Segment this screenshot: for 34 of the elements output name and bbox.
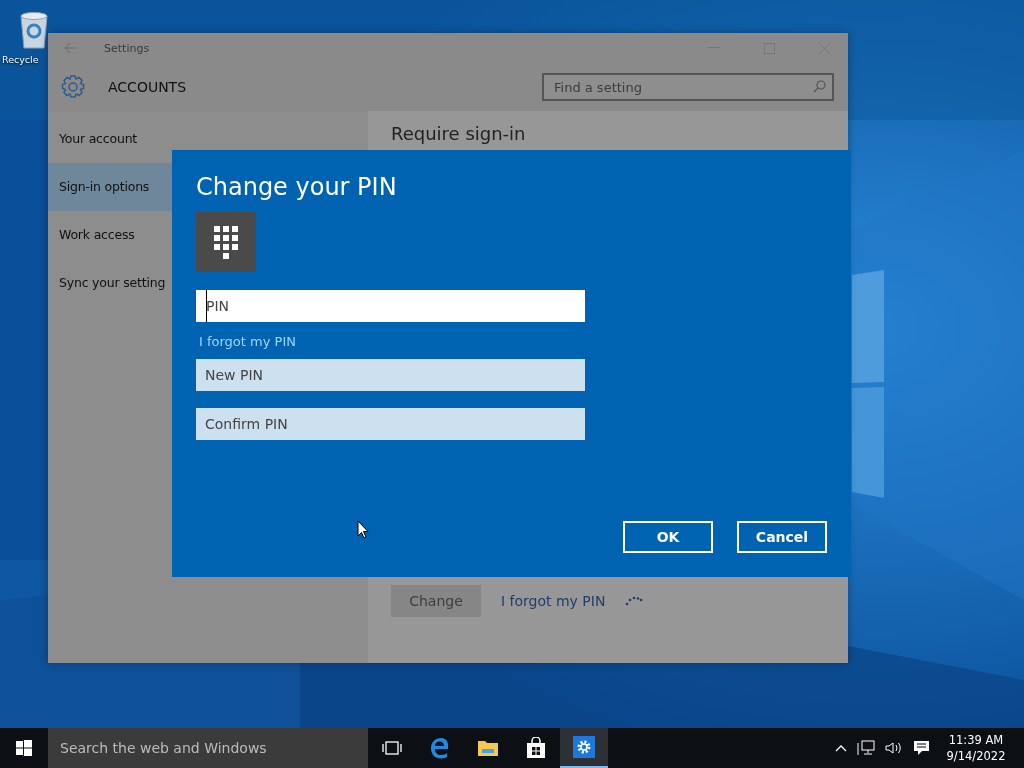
pin-field[interactable]: New PIN — [196, 359, 585, 391]
network-icon[interactable] — [857, 740, 875, 756]
task-view-icon — [382, 741, 402, 755]
ok-button[interactable]: OK — [623, 521, 713, 553]
mouse-cursor-icon — [357, 520, 369, 539]
taskbar-app-button[interactable] — [560, 728, 608, 768]
pin-field[interactable]: PIN — [196, 290, 585, 322]
loading-spinner-icon — [625, 596, 644, 606]
speaker-icon[interactable] — [885, 741, 903, 755]
shopping-bag-icon — [526, 737, 546, 759]
gear-icon — [573, 736, 595, 758]
dialog-title: Change your PIN — [196, 172, 397, 202]
folder-icon — [477, 739, 499, 757]
clock-date: 9/14/2022 — [946, 748, 1006, 764]
section-title: ACCOUNTS — [108, 79, 187, 95]
section-heading: Require sign-in — [391, 123, 527, 145]
browser-e-icon — [429, 737, 451, 759]
clock-time: 11:39 AM — [948, 732, 1004, 748]
clock[interactable]: 11:39 AM 9/14/2022 — [940, 732, 1012, 764]
pin-field[interactable]: Confirm PIN — [196, 408, 585, 440]
forgot-pin-link[interactable]: I forgot my PIN — [199, 334, 296, 349]
window-title: Settings — [104, 41, 150, 55]
search-icon — [813, 80, 826, 93]
windows-logo-icon — [16, 740, 32, 756]
search-field[interactable]: Find a setting — [542, 73, 834, 101]
notification-icon[interactable] — [913, 740, 930, 756]
pin-keypad-icon — [196, 212, 256, 272]
cancel-button[interactable]: Cancel — [737, 521, 827, 553]
gear-icon — [60, 74, 86, 100]
forgot-pin-link[interactable]: I forgot my PIN — [501, 593, 606, 609]
search-field[interactable]: Search the web and Windows — [48, 728, 368, 768]
recycle-bin-icon[interactable] — [17, 10, 51, 50]
chevron-up-icon[interactable] — [835, 744, 847, 752]
desktop-icon-label[interactable]: Recycle — [2, 54, 39, 65]
